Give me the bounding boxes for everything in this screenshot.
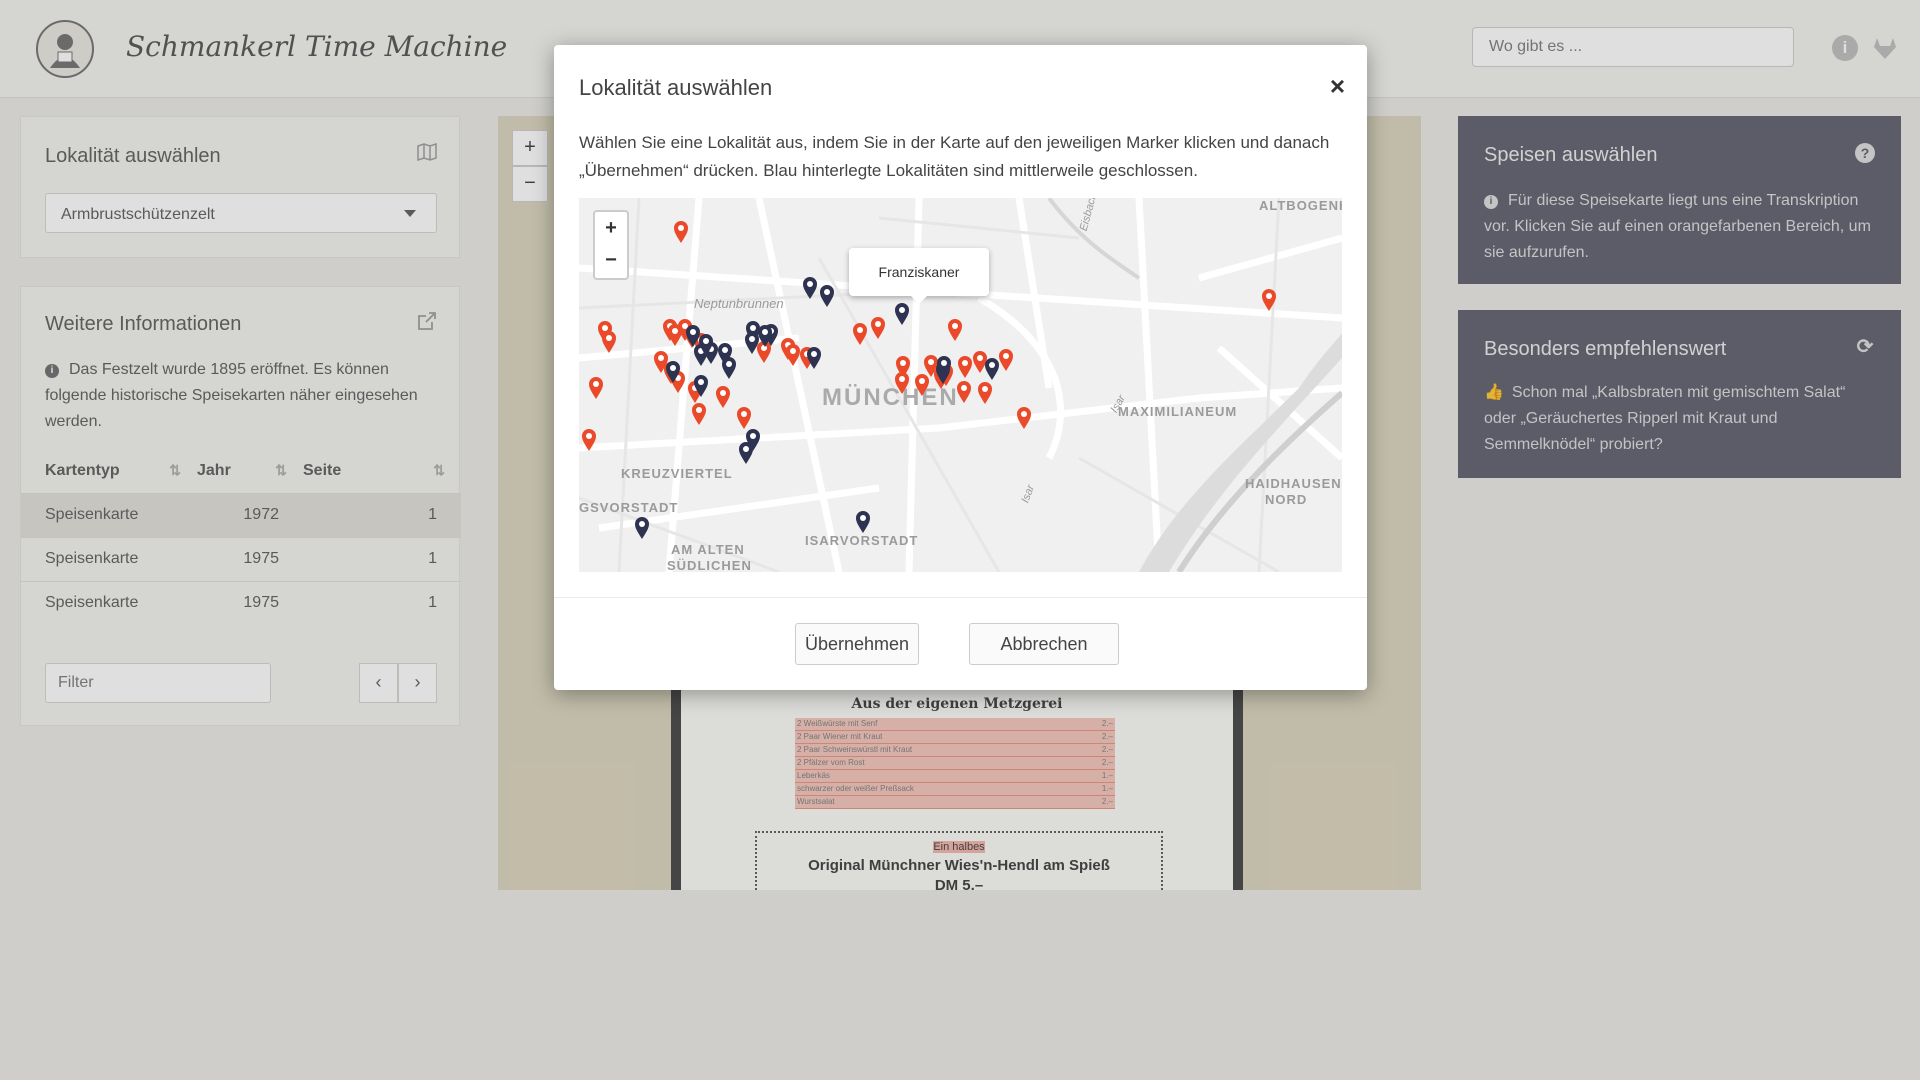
- map-marker[interactable]: [914, 373, 930, 397]
- map-marker[interactable]: [693, 374, 709, 398]
- map-label: HAIDHAUSEN-: [1245, 476, 1342, 491]
- map-marker[interactable]: [806, 346, 822, 370]
- map-label: AM ALTEN: [671, 542, 745, 557]
- modal-description: Wählen Sie eine Lokalität aus, indem Sie…: [579, 133, 1330, 180]
- map-marker[interactable]: [956, 380, 972, 404]
- map-marker[interactable]: [802, 276, 818, 300]
- map-marker[interactable]: [715, 385, 731, 409]
- map-marker[interactable]: [852, 322, 868, 346]
- map-marker[interactable]: [738, 441, 754, 465]
- modal-title: Lokalität auswählen: [579, 75, 773, 100]
- map-marker[interactable]: [588, 376, 604, 400]
- map-marker[interactable]: [581, 428, 597, 452]
- location-modal: Lokalität auswählen × Wählen Sie eine Lo…: [554, 45, 1367, 690]
- modal-divider: [554, 597, 1367, 598]
- map-marker[interactable]: [736, 406, 752, 430]
- map-marker[interactable]: [947, 318, 963, 342]
- map-marker[interactable]: [936, 355, 952, 379]
- map-label: MAXIMILIANEUM: [1118, 404, 1238, 419]
- map-marker[interactable]: [685, 324, 701, 348]
- map-marker[interactable]: [998, 348, 1014, 372]
- map-marker[interactable]: [744, 331, 760, 355]
- accept-button[interactable]: Übernehmen: [795, 623, 919, 665]
- map-marker[interactable]: [717, 342, 733, 366]
- map-marker[interactable]: [1016, 406, 1032, 430]
- map-label: ALTBOGENHAUSEN: [1259, 198, 1342, 213]
- map-marker[interactable]: [870, 316, 886, 340]
- map-marker[interactable]: [894, 302, 910, 326]
- map-marker[interactable]: [894, 371, 910, 395]
- map-marker[interactable]: [957, 355, 973, 379]
- map-marker[interactable]: [665, 360, 681, 384]
- map-label: KREUZVIERTEL: [621, 466, 733, 481]
- map-marker[interactable]: [634, 516, 650, 540]
- map-marker[interactable]: [601, 330, 617, 354]
- map-label: NORD: [1265, 492, 1308, 507]
- map-label: ISARVORSTADT: [805, 533, 919, 548]
- map-zoom-in-button[interactable]: +: [593, 210, 629, 246]
- map-marker[interactable]: [855, 510, 871, 534]
- map-marker[interactable]: [673, 220, 689, 244]
- close-icon[interactable]: ×: [1330, 71, 1345, 102]
- map-marker[interactable]: [984, 357, 1000, 381]
- map-marker[interactable]: [1261, 288, 1277, 312]
- map-marker[interactable]: [977, 381, 993, 405]
- map-zoom-out-button[interactable]: −: [593, 244, 629, 280]
- location-map[interactable]: ALTBOGENHAUSEN Neptunbrunnen MÜNCHEN MAX…: [579, 198, 1342, 572]
- map-tooltip: Franziskaner: [849, 248, 989, 304]
- map-marker[interactable]: [819, 284, 835, 308]
- map-marker[interactable]: [691, 402, 707, 426]
- map-label: GSVORSTADT: [579, 500, 679, 515]
- map-label: SÜDLICHEN: [667, 558, 752, 572]
- map-label: Neptunbrunnen: [694, 296, 784, 311]
- cancel-button[interactable]: Abbrechen: [969, 623, 1119, 665]
